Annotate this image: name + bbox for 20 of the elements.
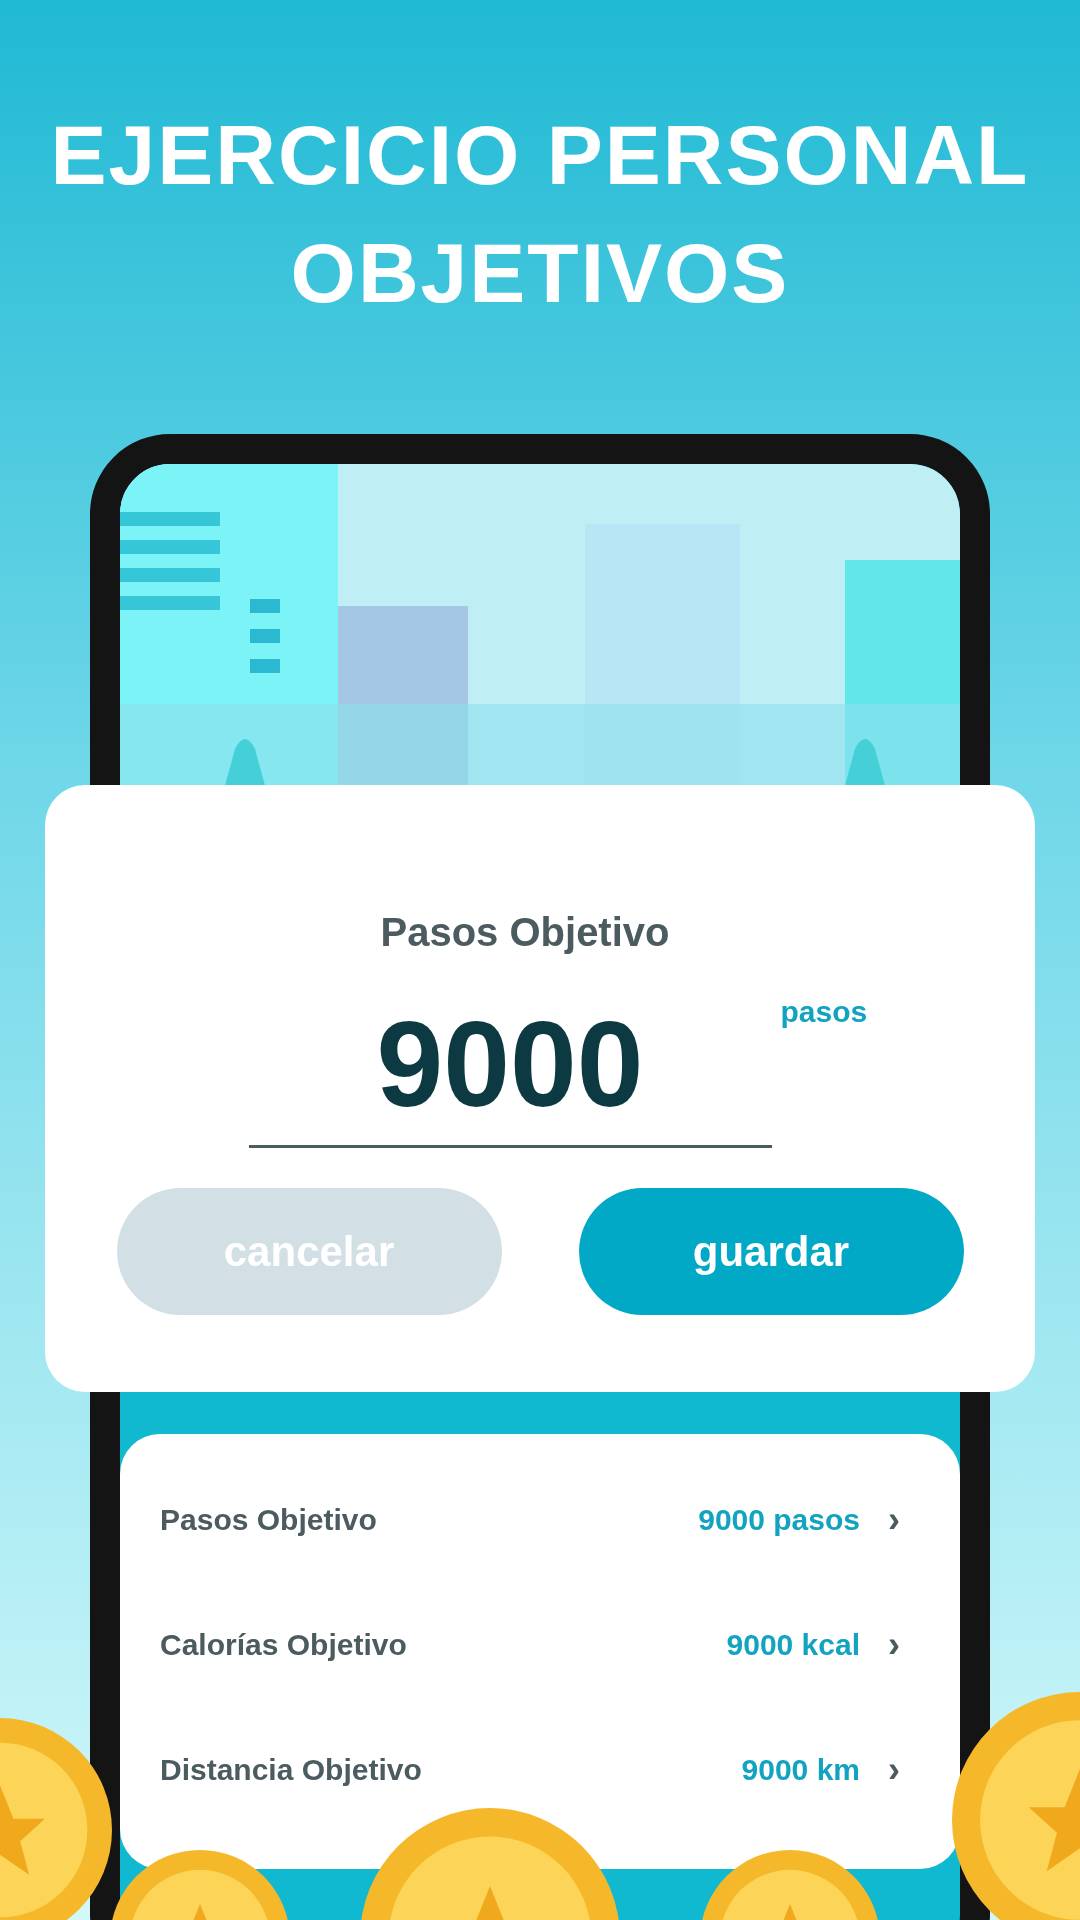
goal-row[interactable]: Calorías Objetivo 9000 kcal › [160, 1600, 900, 1690]
coin-icon [700, 1850, 880, 1920]
goal-value: 9000 pasos [698, 1503, 860, 1537]
coin-icon [952, 1692, 1080, 1920]
goal-value: 9000 km [741, 1753, 860, 1787]
headline-text: EJERCICIO PERSONAL [50, 107, 1030, 204]
chevron-icon: › [888, 1624, 900, 1666]
steps-input[interactable]: 9000 [248, 985, 772, 1148]
coin-icon [360, 1808, 620, 1920]
chevron-icon: › [888, 1749, 900, 1791]
goal-row[interactable]: Pasos Objetivo 9000 pasos › [160, 1475, 900, 1565]
goal-value: 9000 kcal [726, 1628, 860, 1662]
goal-label: Pasos Objetivo [160, 1503, 378, 1537]
goal-row[interactable]: Distancia Objetivo 9000 km › [160, 1725, 900, 1815]
dialog-title: Pasos Objetivo [380, 910, 670, 955]
unit-label: pasos [780, 995, 868, 1029]
goal-label: Calorías Objetivo [160, 1628, 408, 1662]
chevron-icon: › [888, 1499, 900, 1541]
headline-text: OBJETIVOS [290, 225, 790, 322]
goal-label: Distancia Objetivo [160, 1753, 423, 1787]
